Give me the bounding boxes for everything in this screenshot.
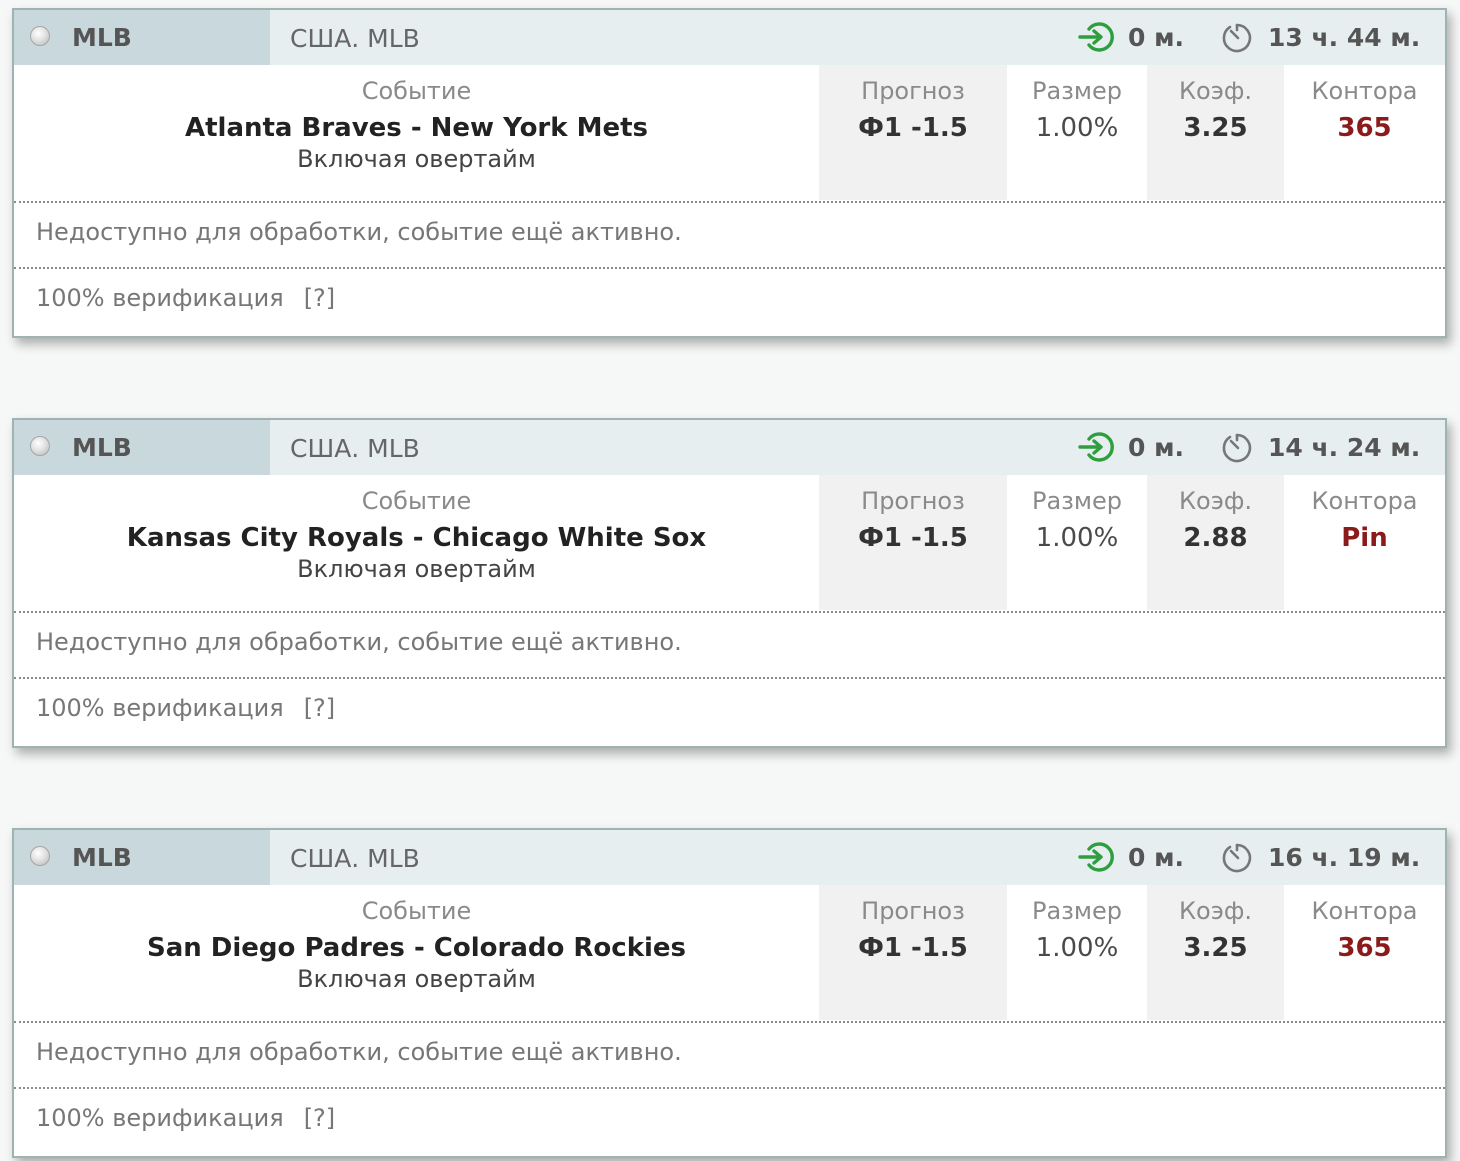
league-tab[interactable]: MLB [14,830,270,885]
divider [14,677,1445,679]
forecast-column: Прогноз Ф1 -1.5 [819,65,1007,200]
coef-label: Коэф. [1178,487,1253,515]
bookmaker-column: Контора 365 [1284,65,1445,200]
stopwatch-icon [1222,843,1252,873]
card-header: MLB США. MLB 0 м. 14 ч. 24 м. [14,420,1445,475]
divider [14,611,1445,613]
coef-value: 3.25 [1183,933,1248,963]
card-header: MLB США. MLB 0 м. 16 ч. 19 м. [14,830,1445,885]
league-name: MLB [72,843,132,872]
bookmaker-value[interactable]: 365 [1284,113,1445,143]
divider [14,1087,1445,1089]
prediction-card: MLB США. MLB 0 м. 16 ч. 19 м. Событие Sa… [12,828,1447,1158]
size-value: 1.00% [1035,933,1119,963]
status-message: Недоступно для обработки, событие ещё ак… [36,1038,682,1066]
stopwatch-icon [1222,433,1252,463]
event-label: Событие [361,897,472,925]
verification-line: 100% верификация [?] [36,1104,335,1132]
bookmaker-column: Контора 365 [1284,885,1445,1020]
status-message: Недоступно для обработки, событие ещё ак… [36,218,682,246]
enter-arrow-icon [1078,842,1114,872]
size-column: Размер 1.00% [1007,65,1147,200]
forecast-value: Ф1 -1.5 [858,523,968,553]
bookmaker-column: Контора Pin [1284,475,1445,610]
event-condition: Включая овертайм [297,965,536,993]
forecast-column: Прогноз Ф1 -1.5 [819,475,1007,610]
verification-label: 100% верификация [36,1104,284,1132]
time-remaining: 14 ч. 24 м. [1268,433,1421,462]
bookmaker-label: Контора [1311,77,1418,105]
size-column: Размер 1.00% [1007,885,1147,1020]
help-link[interactable]: [?] [304,1104,335,1132]
coef-column: Коэф. 3.25 [1147,885,1284,1020]
event-condition: Включая овертайм [297,555,536,583]
forecast-label: Прогноз [861,77,965,105]
bookmaker-label: Контора [1311,487,1418,515]
country-league-label: США. MLB [290,24,420,53]
event-label: Событие [361,77,472,105]
prediction-card: MLB США. MLB 0 м. 13 ч. 44 м. Событие At… [12,8,1447,338]
size-value: 1.00% [1035,113,1119,143]
bet-details-row: Событие Kansas City Royals - Chicago Whi… [14,475,1445,610]
event-column: Событие Kansas City Royals - Chicago Whi… [14,475,819,610]
bookmaker-value[interactable]: 365 [1284,933,1445,963]
bet-details-row: Событие San Diego Padres - Colorado Rock… [14,885,1445,1020]
elapsed-minutes: 0 м. [1128,433,1185,462]
event-column: Событие San Diego Padres - Colorado Rock… [14,885,819,1020]
size-column: Размер 1.00% [1007,475,1147,610]
divider [14,201,1445,203]
country-league-label: США. MLB [290,434,420,463]
forecast-column: Прогноз Ф1 -1.5 [819,885,1007,1020]
enter-arrow-icon [1078,432,1114,462]
verification-line: 100% верификация [?] [36,694,335,722]
size-label: Размер [1031,897,1123,925]
divider [14,1021,1445,1023]
time-remaining: 13 ч. 44 м. [1268,23,1421,52]
forecast-label: Прогноз [861,897,965,925]
prediction-card: MLB США. MLB 0 м. 14 ч. 24 м. Событие Ka… [12,418,1447,748]
verification-line: 100% верификация [?] [36,284,335,312]
event-condition: Включая овертайм [297,145,536,173]
league-name: MLB [72,23,132,52]
size-value: 1.00% [1035,523,1119,553]
bookmaker-label: Контора [1311,897,1418,925]
radio-icon[interactable] [30,26,50,46]
forecast-label: Прогноз [861,487,965,515]
radio-icon[interactable] [30,436,50,456]
bookmaker-value[interactable]: Pin [1284,523,1445,553]
card-header: MLB США. MLB 0 м. 13 ч. 44 м. [14,10,1445,65]
league-name: MLB [72,433,132,462]
bet-details-row: Событие Atlanta Braves - New York Mets В… [14,65,1445,200]
league-tab[interactable]: MLB [14,420,270,475]
radio-icon[interactable] [30,846,50,866]
league-tab[interactable]: MLB [14,10,270,65]
stopwatch-icon [1222,23,1252,53]
forecast-value: Ф1 -1.5 [858,113,968,143]
event-name[interactable]: Kansas City Royals - Chicago White Sox [14,523,819,553]
verification-label: 100% верификация [36,284,284,312]
elapsed-minutes: 0 м. [1128,23,1185,52]
verification-label: 100% верификация [36,694,284,722]
event-label: Событие [361,487,472,515]
event-name[interactable]: Atlanta Braves - New York Mets [14,113,819,143]
event-name[interactable]: San Diego Padres - Colorado Rockies [14,933,819,963]
coef-value: 3.25 [1183,113,1248,143]
coef-label: Коэф. [1178,77,1253,105]
help-link[interactable]: [?] [304,284,335,312]
coef-column: Коэф. 2.88 [1147,475,1284,610]
help-link[interactable]: [?] [304,694,335,722]
coef-value: 2.88 [1183,523,1248,553]
country-league-label: США. MLB [290,844,420,873]
time-remaining: 16 ч. 19 м. [1268,843,1421,872]
coef-label: Коэф. [1178,897,1253,925]
enter-arrow-icon [1078,22,1114,52]
status-message: Недоступно для обработки, событие ещё ак… [36,628,682,656]
elapsed-minutes: 0 м. [1128,843,1185,872]
divider [14,267,1445,269]
event-column: Событие Atlanta Braves - New York Mets В… [14,65,819,200]
size-label: Размер [1031,487,1123,515]
coef-column: Коэф. 3.25 [1147,65,1284,200]
size-label: Размер [1031,77,1123,105]
forecast-value: Ф1 -1.5 [858,933,968,963]
